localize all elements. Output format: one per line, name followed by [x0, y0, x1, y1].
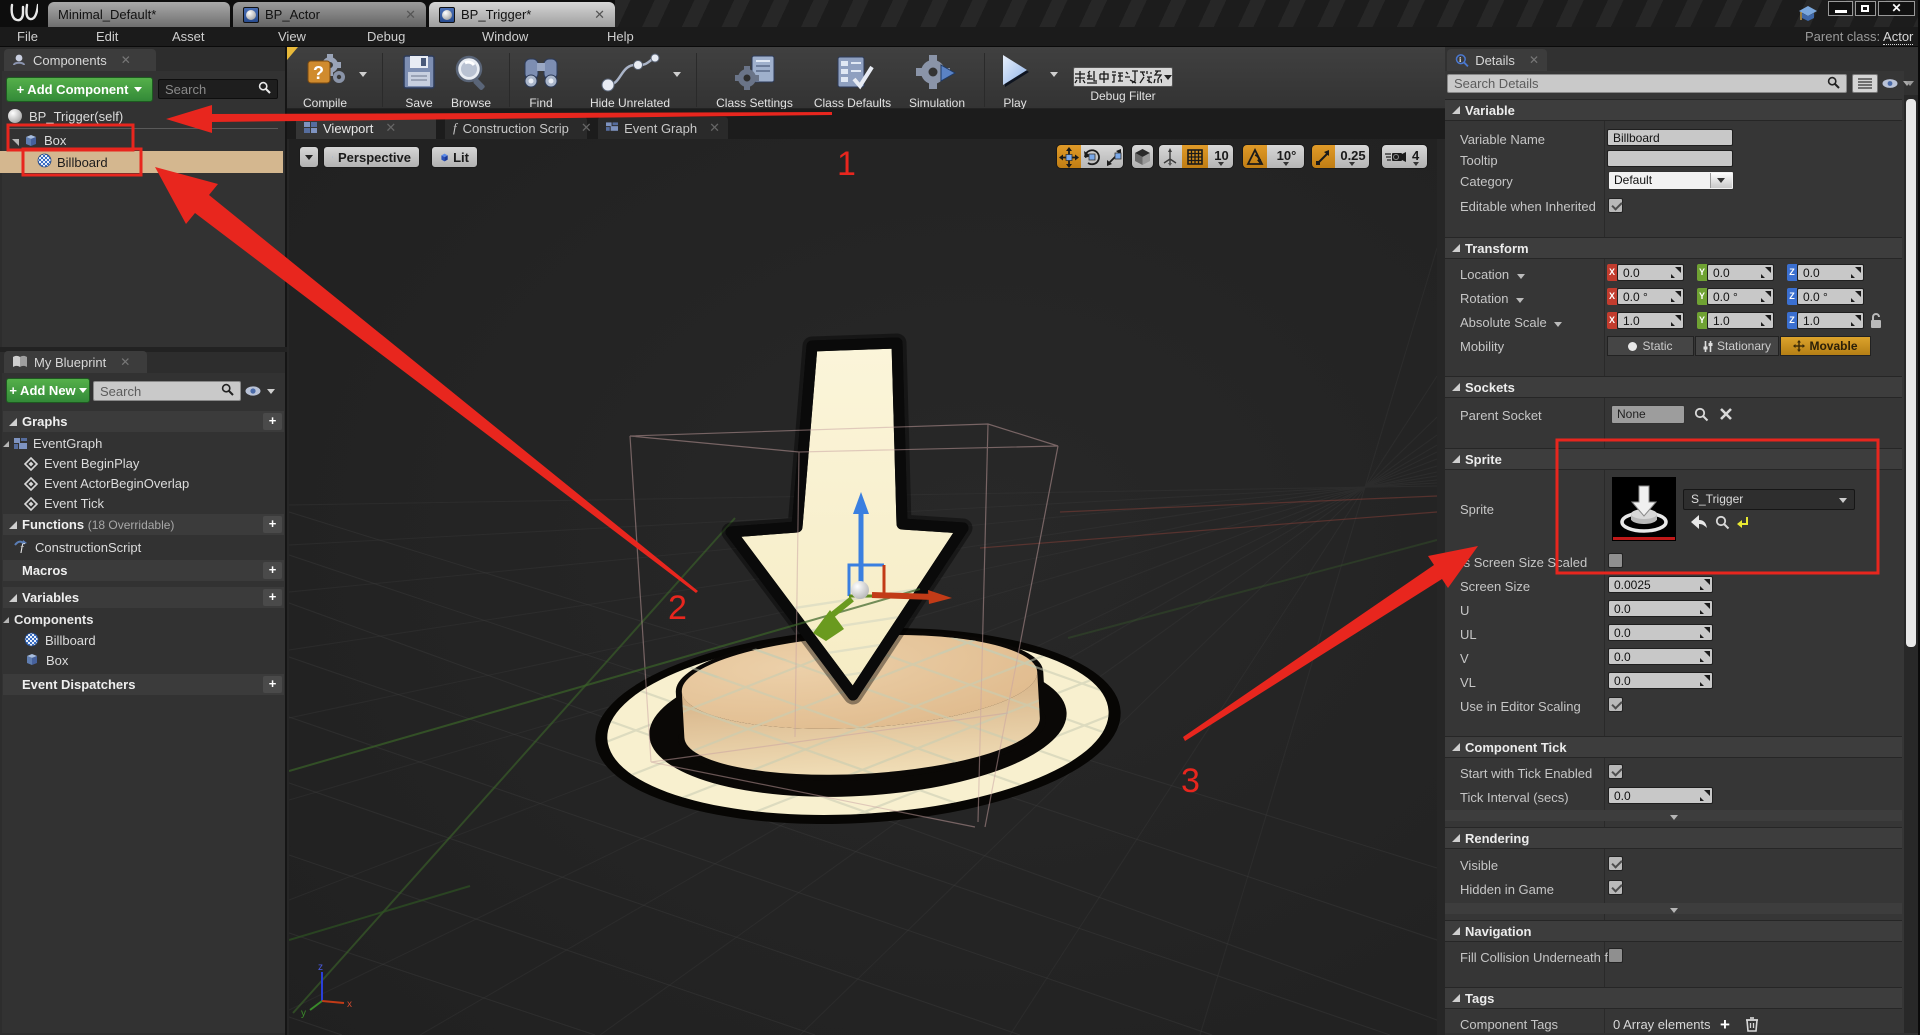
svg-text:y: y: [301, 1008, 306, 1019]
svg-text:z: z: [318, 962, 323, 973]
svg-text:x: x: [347, 999, 352, 1010]
svg-text:i: i: [1459, 55, 1461, 64]
svg-text:?: ?: [313, 63, 324, 83]
